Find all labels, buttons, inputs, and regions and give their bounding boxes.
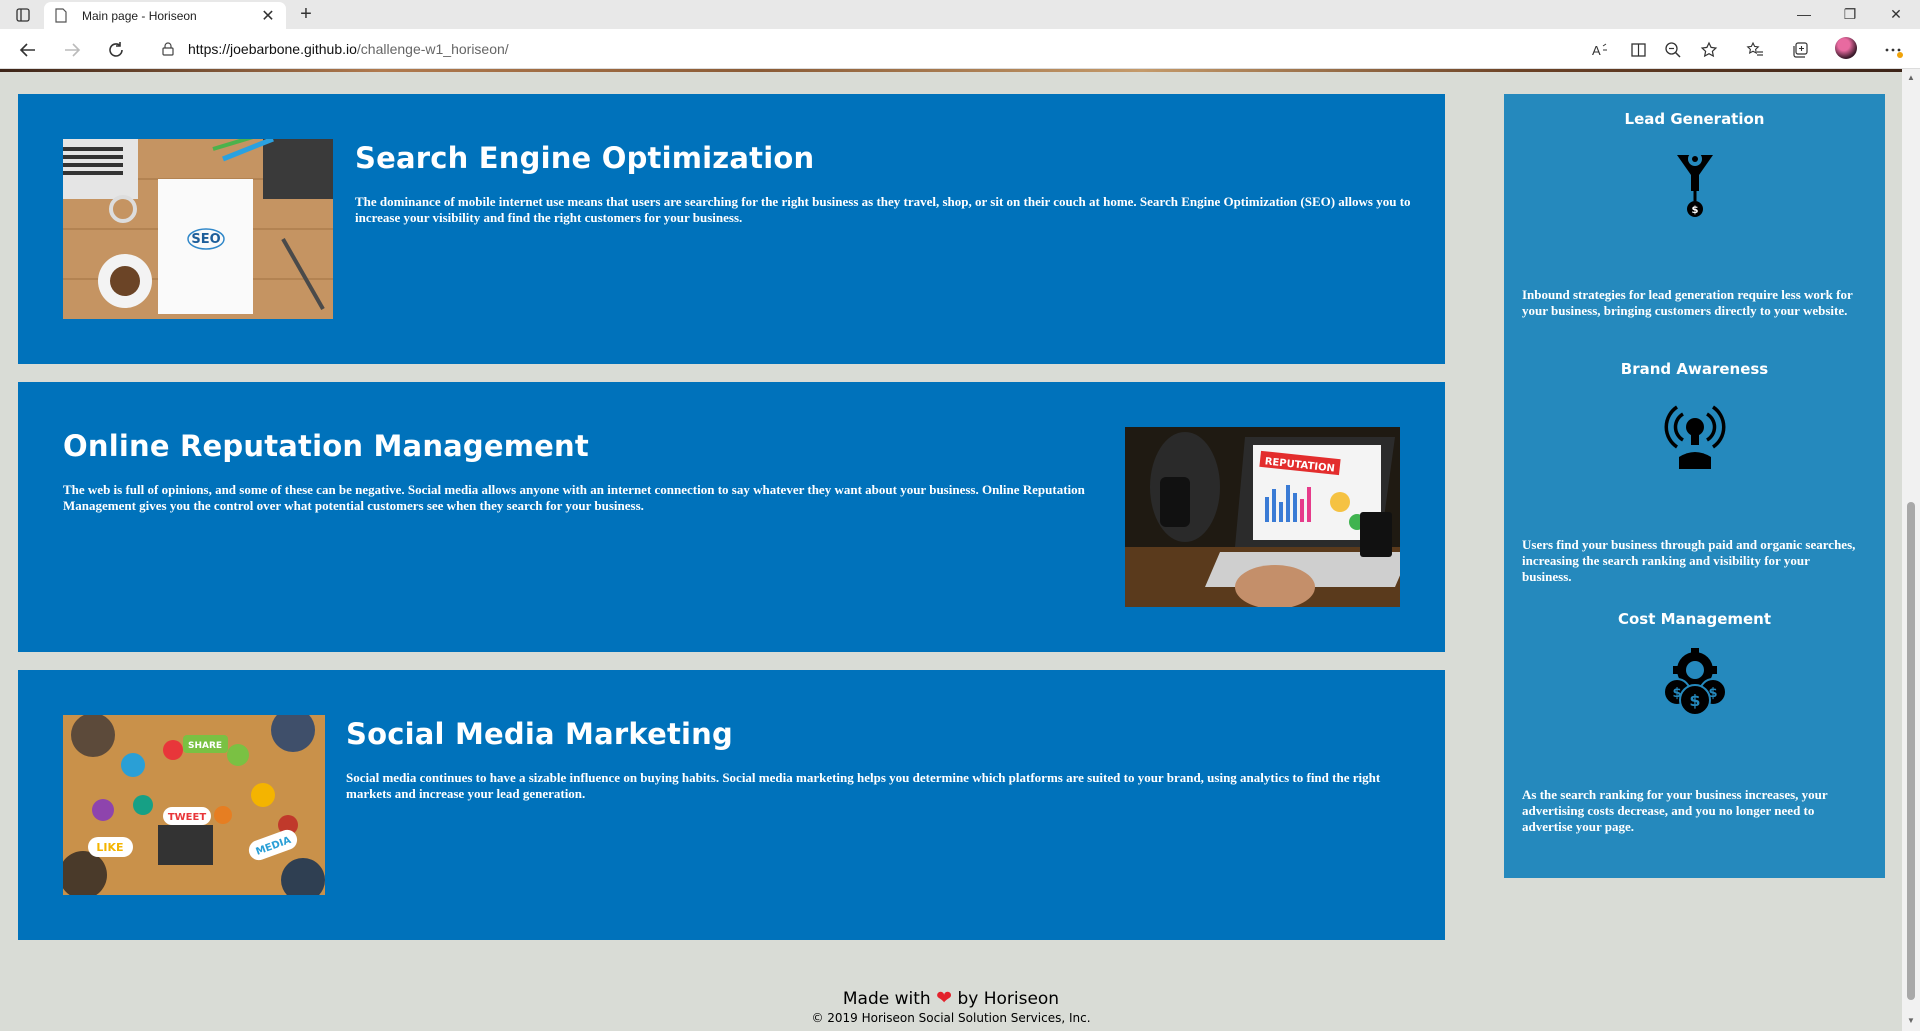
reload-icon[interactable] <box>104 38 128 62</box>
social-media-text: Social media continues to have a sizable… <box>346 770 1381 801</box>
benefits-sidebar: Lead Generation $ Inbound strategies for… <box>1504 94 1885 878</box>
restore-window-icon[interactable]: ❐ <box>1839 4 1861 24</box>
hero-image-edge <box>0 69 1902 72</box>
lead-generation-title: Lead Generation <box>1624 110 1765 128</box>
url-host: https://joebarbone.github.io <box>188 41 357 57</box>
scroll-down-icon[interactable]: ▼ <box>1906 1016 1916 1026</box>
seo-image: SEO <box>63 139 333 319</box>
url-path: /challenge-w1_horiseon/ <box>356 41 509 57</box>
lead-generation-text: Inbound strategies for lead generation r… <box>1522 287 1853 318</box>
svg-text:$: $ <box>1708 686 1717 701</box>
brand-awareness-icon <box>1659 396 1731 472</box>
tab-title: Main page - Horiseon <box>82 8 197 23</box>
immersive-reader-icon[interactable] <box>1627 38 1651 62</box>
url-text: https://joebarbone.github.io/challenge-w… <box>188 41 509 57</box>
cost-management-icon: $ $ $ <box>1659 646 1731 722</box>
tab-actions-icon[interactable] <box>12 5 34 25</box>
profile-avatar[interactable] <box>1835 37 1857 59</box>
brand-awareness-title: Brand Awareness <box>1620 360 1769 378</box>
page-icon <box>54 8 68 24</box>
reputation-text: The web is full of opinions, and some of… <box>63 482 1085 513</box>
browser-tab-active[interactable]: Main page - Horiseon ✕ <box>44 2 286 29</box>
social-media-section: SHARE TWEET LIKE MEDIA Social Media Mark… <box>18 670 1445 940</box>
seo-image-text: SEO <box>191 232 220 247</box>
minimize-window-icon[interactable]: — <box>1793 4 1815 24</box>
close-window-icon[interactable]: ✕ <box>1885 4 1907 24</box>
svg-text:$: $ <box>1692 205 1699 216</box>
scroll-up-icon[interactable]: ▲ <box>1906 73 1916 83</box>
lead-generation-icon: $ <box>1659 146 1731 222</box>
footer-by-text: by Horiseon <box>957 989 1060 1009</box>
scrollbar-thumb[interactable] <box>1907 502 1915 1000</box>
settings-more-icon[interactable] <box>1882 38 1906 62</box>
close-tab-icon[interactable]: ✕ <box>260 6 276 26</box>
browser-tab-bar: Main page - Horiseon ✕ + — ❐ ✕ <box>0 0 1920 29</box>
online-reputation-section: Online Reputation Management The web is … <box>18 382 1445 652</box>
vertical-scrollbar[interactable]: ▲ ▼ <box>1902 69 1920 1031</box>
seo-title: Search Engine Optimization <box>355 141 815 175</box>
reputation-image: REPUTATION <box>1125 427 1400 607</box>
browser-toolbar: https://joebarbone.github.io/challenge-w… <box>0 29 1920 69</box>
reputation-title: Online Reputation Management <box>63 429 589 463</box>
social-image-share: SHARE <box>188 741 222 751</box>
social-image-tweet: TWEET <box>168 812 207 823</box>
social-image-like: LIKE <box>96 841 123 854</box>
brand-awareness-text: Users find your business through paid an… <box>1522 537 1856 584</box>
zoom-out-icon[interactable] <box>1661 38 1685 62</box>
add-favorite-icon[interactable] <box>1697 38 1721 62</box>
footer-made-with: Made with ❤ by Horiseon <box>0 987 1902 1009</box>
svg-text:$: $ <box>1672 686 1681 701</box>
forward-icon[interactable] <box>60 38 84 62</box>
social-media-image: SHARE TWEET LIKE MEDIA <box>63 715 325 895</box>
address-bar[interactable]: https://joebarbone.github.io/challenge-w… <box>146 34 1646 64</box>
page-viewport: SEO Search Engine Optimization The domin… <box>0 69 1902 1031</box>
read-aloud-icon[interactable]: A <box>1588 38 1612 62</box>
footer-made-with-text: Made with <box>842 989 931 1009</box>
lock-icon[interactable] <box>160 41 176 57</box>
svg-text:A: A <box>1592 43 1601 58</box>
new-tab-button[interactable]: + <box>294 3 318 27</box>
social-media-title: Social Media Marketing <box>346 717 733 751</box>
footer-copyright: © 2019 Horiseon Social Solution Services… <box>811 1011 1091 1025</box>
favorites-icon[interactable] <box>1743 38 1767 62</box>
cost-management-text: As the search ranking for your business … <box>1522 787 1828 834</box>
heart-icon: ❤ <box>936 987 953 1009</box>
seo-section: SEO Search Engine Optimization The domin… <box>18 94 1445 364</box>
seo-text: The dominance of mobile internet use mea… <box>355 194 1411 225</box>
cost-management-title: Cost Management <box>1617 610 1772 628</box>
back-icon[interactable] <box>16 38 40 62</box>
svg-text:$: $ <box>1689 691 1700 710</box>
collections-icon[interactable] <box>1788 38 1812 62</box>
